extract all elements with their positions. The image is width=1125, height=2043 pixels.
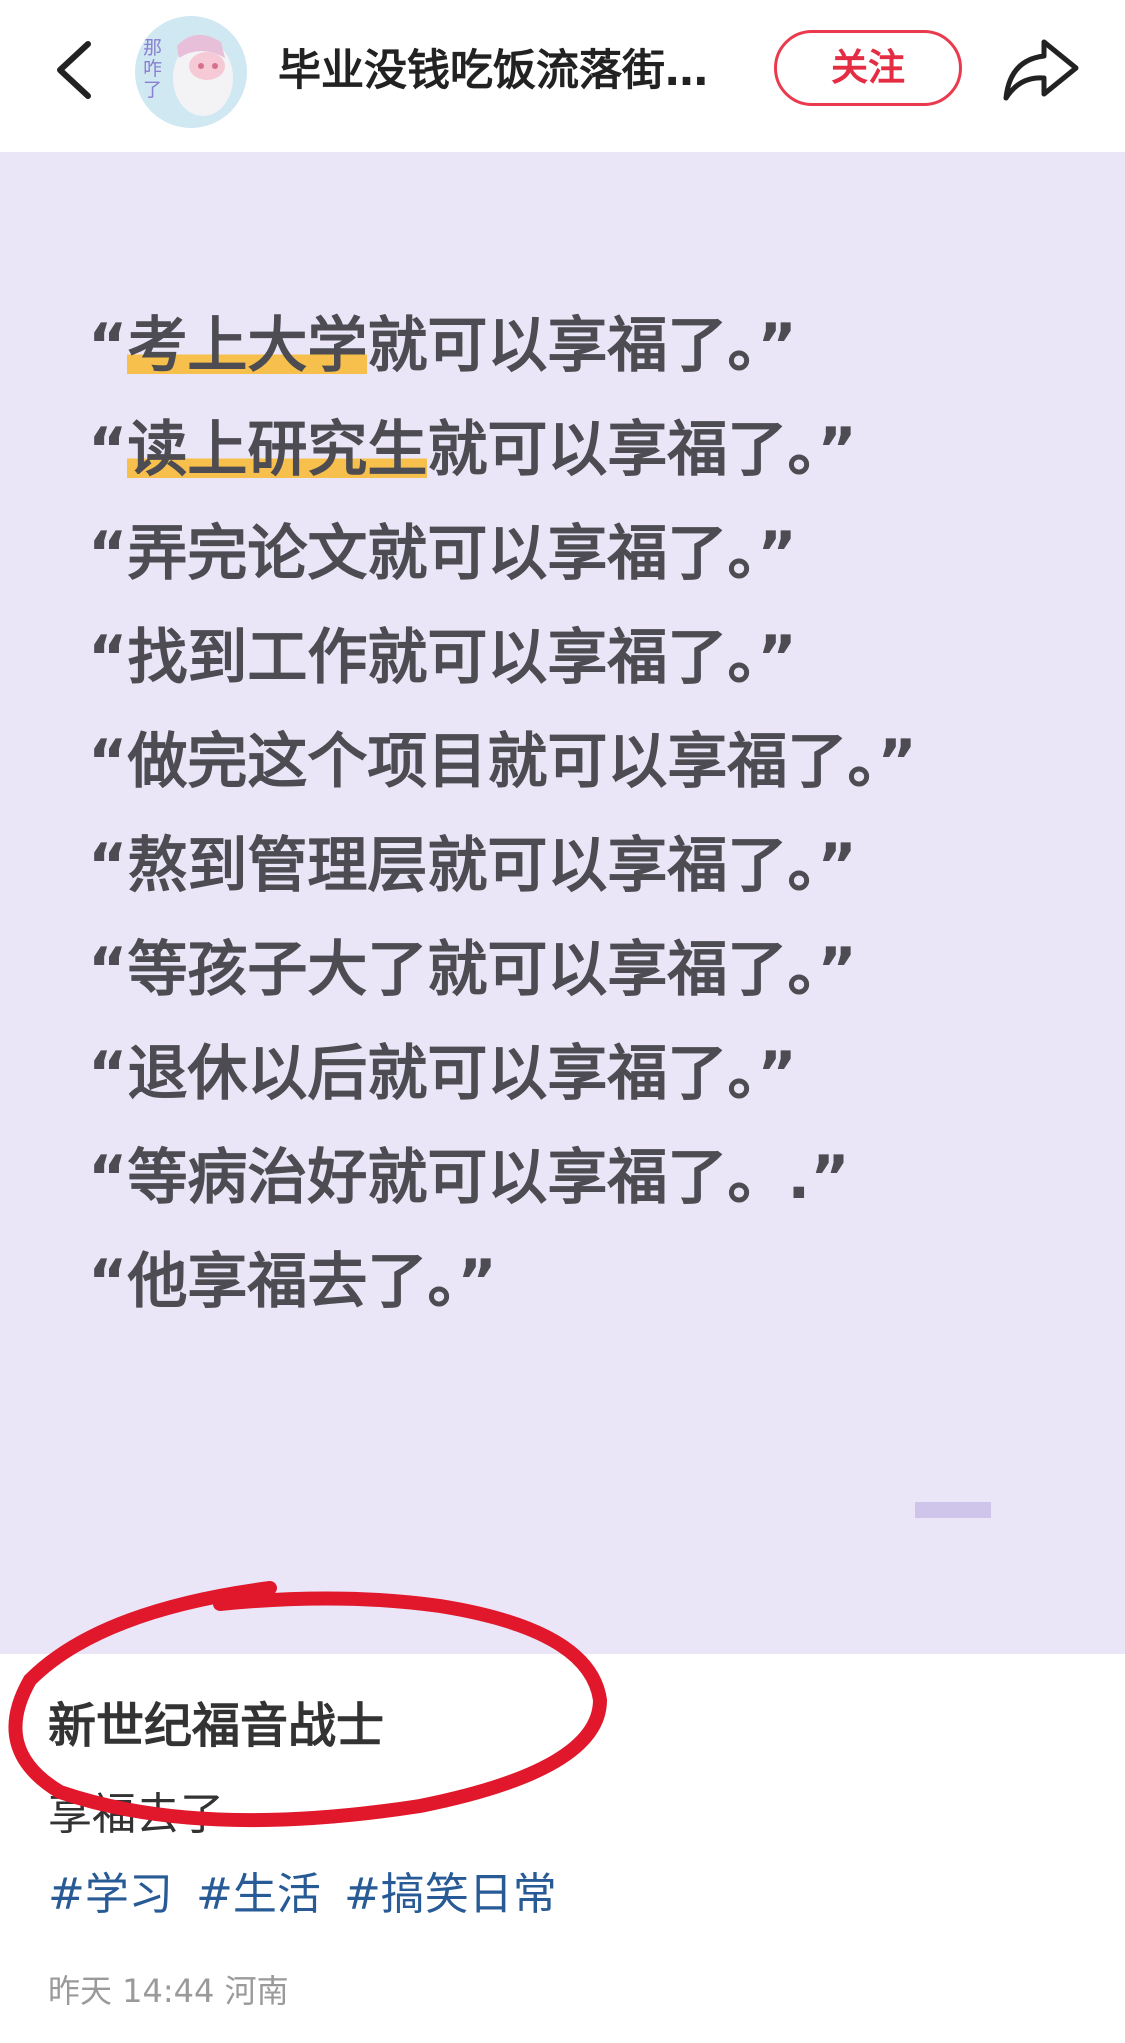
quote-open-mark: “ [88,1039,128,1109]
quote-text: 就可以享福了。” [367,311,797,381]
quote-text: 做完这个项目就可以享福了。” [127,727,917,797]
follow-button[interactable]: 关注 [774,30,962,106]
back-icon[interactable] [50,38,100,102]
quote-open-mark: “ [88,935,128,1005]
page-indicator [915,1502,991,1518]
quote-line: “弄完论文就可以享福了。” [88,502,1068,606]
tag-study[interactable]: #学习 [48,1860,173,1930]
post-title: 新世纪福音战士 [48,1698,385,1754]
tag-list: #学习 #生活 #搞笑日常 [48,1860,575,1930]
quote-line: “读上研究生就可以享福了。” [88,398,1068,502]
image-card[interactable]: “考上大学就可以享福了。” “读上研究生就可以享福了。” “弄完论文就可以享福了… [0,152,1125,1654]
quote-highlight: 读上研究生 [127,415,428,485]
quote-text: 熬到管理层就可以享福了。” [127,831,857,901]
quote-list: “考上大学就可以享福了。” “读上研究生就可以享福了。” “弄完论文就可以享福了… [88,294,1068,1334]
quote-text: 等孩子大了就可以享福了。” [127,935,857,1005]
quote-highlight: 考上大学 [127,311,368,381]
share-icon[interactable] [1000,34,1082,106]
quote-open-mark: “ [88,831,128,901]
quote-line: “等孩子大了就可以享福了。” [88,918,1068,1022]
author-name[interactable]: 毕业没钱吃饭流落街… [278,36,738,106]
quote-open-mark: “ [88,415,128,485]
quote-text: 就可以享福了。” [427,415,857,485]
quote-text: 等病治好就可以享福了。.” [127,1143,850,1213]
tag-life[interactable]: #生活 [196,1860,321,1930]
post-body: 享福去了 [48,1789,224,1840]
quote-open-mark: “ [88,727,128,797]
top-bar: 那咋了 毕业没钱吃饭流落街… 关注 [0,0,1125,152]
quote-line: “熬到管理层就可以享福了。” [88,814,1068,918]
post-meta: 昨天 14:44 河南 [48,1972,289,2010]
quote-text: 找到工作就可以享福了。” [127,623,797,693]
quote-open-mark: “ [88,519,128,589]
quote-text: 弄完论文就可以享福了。” [127,519,797,589]
avatar-text: 那咋了 [143,37,163,101]
quote-line: “退休以后就可以享福了。” [88,1022,1068,1126]
quote-open-mark: “ [88,1143,128,1213]
quote-line: “做完这个项目就可以享福了。” [88,710,1068,814]
quote-line: “找到工作就可以享福了。” [88,606,1068,710]
quote-line: “他享福去了。” [88,1230,1068,1334]
quote-open-mark: “ [88,311,128,381]
tag-funny-daily[interactable]: #搞笑日常 [344,1860,557,1930]
quote-text: 退休以后就可以享福了。” [127,1039,797,1109]
quote-open-mark: “ [88,623,128,693]
quote-line: “等病治好就可以享福了。.” [88,1126,1068,1230]
quote-open-mark: “ [88,1247,128,1317]
avatar[interactable]: 那咋了 [135,16,247,128]
quote-text: 他享福去了。” [127,1247,497,1317]
quote-line: “考上大学就可以享福了。” [88,294,1068,398]
